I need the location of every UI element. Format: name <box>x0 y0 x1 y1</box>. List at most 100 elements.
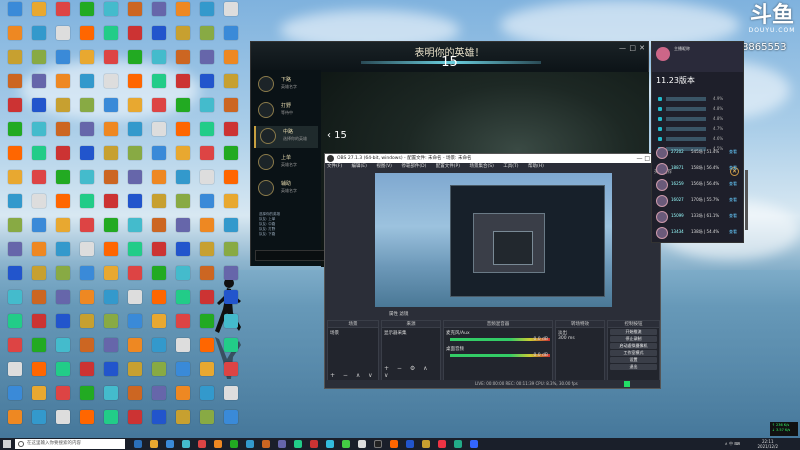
desktop-shortcut-icon[interactable] <box>148 2 170 26</box>
hero-view-link[interactable]: 查看 <box>729 213 737 219</box>
desktop-shortcut-icon[interactable] <box>76 50 98 74</box>
app-icon[interactable] <box>454 440 462 448</box>
desktop-shortcut-icon[interactable] <box>196 410 218 434</box>
desktop-shortcut-icon[interactable] <box>172 194 194 218</box>
desktop-shortcut-icon[interactable] <box>76 2 98 26</box>
maximize-icon[interactable]: □ <box>629 44 636 52</box>
desktop-shortcut-icon[interactable] <box>124 170 146 194</box>
menu-docks[interactable]: 停靠部件(D) <box>401 164 426 169</box>
desktop-shortcut-icon[interactable] <box>76 386 98 410</box>
desktop-shortcut-icon[interactable] <box>148 98 170 122</box>
app-icon[interactable] <box>230 440 238 448</box>
desktop-shortcut-icon[interactable] <box>196 98 218 122</box>
desktop-shortcut-icon[interactable] <box>100 26 122 50</box>
desktop-shortcut-icon[interactable] <box>124 98 146 122</box>
desktop-shortcut-icon[interactable] <box>172 170 194 194</box>
desktop-shortcut-icon[interactable] <box>76 26 98 50</box>
desktop-shortcut-icon[interactable] <box>172 386 194 410</box>
desktop-shortcut-icon[interactable] <box>196 50 218 74</box>
desktop-shortcut-icon[interactable] <box>148 218 170 242</box>
scene-item[interactable]: 场景 <box>330 330 376 336</box>
desktop-shortcut-icon[interactable] <box>220 314 242 338</box>
desktop-shortcut-icon[interactable] <box>100 386 122 410</box>
desktop-shortcut-icon[interactable] <box>52 218 74 242</box>
app-icon[interactable] <box>262 440 270 448</box>
desktop-shortcut-icon[interactable] <box>172 338 194 362</box>
desktop-shortcut-icon[interactable] <box>196 26 218 50</box>
desktop-shortcut-icon[interactable] <box>196 290 218 314</box>
desktop-shortcut-icon[interactable] <box>52 98 74 122</box>
desktop-shortcut-icon[interactable] <box>52 386 74 410</box>
desktop-shortcut-icon[interactable] <box>220 146 242 170</box>
desktop-shortcut-icon[interactable] <box>196 218 218 242</box>
desktop-shortcut-icon[interactable] <box>52 242 74 266</box>
source-item[interactable]: 显示器采集 <box>384 330 438 336</box>
desktop-shortcut-icon[interactable] <box>172 2 194 26</box>
desktop-shortcut-icon[interactable] <box>28 98 50 122</box>
app-icon[interactable] <box>358 440 366 448</box>
task-view-icon[interactable] <box>134 440 142 448</box>
desktop-shortcut-icon[interactable] <box>4 146 26 170</box>
desktop-shortcut-icon[interactable] <box>220 218 242 242</box>
desktop-shortcut-icon[interactable] <box>124 50 146 74</box>
desktop-shortcut-icon[interactable] <box>28 194 50 218</box>
desktop-shortcut-icon[interactable] <box>28 410 50 434</box>
desktop-shortcut-icon[interactable] <box>76 410 98 434</box>
desktop-shortcut-icon[interactable] <box>124 410 146 434</box>
desktop-shortcut-icon[interactable] <box>148 362 170 386</box>
role-slot[interactable]: 辅助 英雄名字 <box>254 178 318 200</box>
desktop-shortcut-icon[interactable] <box>100 194 122 218</box>
hero-row[interactable]: 16027 170场 | 55.7% 查看 <box>656 194 742 209</box>
desktop-shortcut-icon[interactable] <box>220 410 242 434</box>
app-icon[interactable] <box>198 440 206 448</box>
windows-start-icon[interactable] <box>3 440 11 448</box>
start-streaming-button[interactable]: 开始推流 <box>610 329 657 335</box>
desktop-shortcut-icon[interactable] <box>124 218 146 242</box>
edge-icon[interactable] <box>166 440 174 448</box>
app-icon[interactable] <box>390 440 398 448</box>
virtual-camera-button[interactable]: 启动虚拟摄像机 <box>610 343 657 349</box>
desktop-shortcut-icon[interactable] <box>76 266 98 290</box>
settings-button[interactable]: 设置 <box>610 357 657 363</box>
desktop-shortcut-icon[interactable] <box>220 74 242 98</box>
taskbar-clock[interactable]: 22:11 2021/12/2 <box>757 439 778 449</box>
desktop-shortcut-icon[interactable] <box>196 170 218 194</box>
rank-row[interactable]: 4.8% <box>658 115 738 123</box>
transition-duration[interactable]: 300 ms <box>558 336 602 341</box>
hero-view-link[interactable]: 查看 <box>729 181 737 187</box>
desktop-shortcut-icon[interactable] <box>220 2 242 26</box>
desktop-shortcut-icon[interactable] <box>4 98 26 122</box>
desktop-shortcut-icon[interactable] <box>124 194 146 218</box>
desktop-shortcut-icon[interactable] <box>76 290 98 314</box>
desktop-shortcut-icon[interactable] <box>148 50 170 74</box>
desktop-shortcut-icon[interactable] <box>76 194 98 218</box>
rank-row[interactable]: 4.9% <box>658 95 738 103</box>
desktop-shortcut-icon[interactable] <box>196 386 218 410</box>
desktop-shortcut-icon[interactable] <box>220 242 242 266</box>
desktop-shortcut-icon[interactable] <box>52 170 74 194</box>
menu-view[interactable]: 视图(V) <box>376 164 392 169</box>
desktop-shortcut-icon[interactable] <box>100 266 122 290</box>
app-icon[interactable] <box>182 440 190 448</box>
desktop-shortcut-icon[interactable] <box>172 314 194 338</box>
desktop-shortcut-icon[interactable] <box>4 218 26 242</box>
desktop-shortcut-icon[interactable] <box>52 50 74 74</box>
role-slot[interactable]: 下路 英雄名字 <box>254 74 318 96</box>
rank-row[interactable]: 4.8% <box>658 105 738 113</box>
desktop-shortcut-icon[interactable] <box>100 146 122 170</box>
desktop-shortcut-icon[interactable] <box>124 314 146 338</box>
desktop-shortcut-icon[interactable] <box>76 218 98 242</box>
source-add-remove-icon[interactable]: + − ⚙ ∧ ∨ <box>384 365 440 379</box>
desktop-shortcut-icon[interactable] <box>124 338 146 362</box>
desktop-shortcut-icon[interactable] <box>4 338 26 362</box>
desktop-shortcut-icon[interactable] <box>100 98 122 122</box>
hero-row[interactable]: 18871 158场 | 56.4% 查看 <box>656 162 742 177</box>
desktop-shortcut-icon[interactable] <box>148 122 170 146</box>
desktop-shortcut-icon[interactable] <box>4 26 26 50</box>
desktop-shortcut-icon[interactable] <box>196 122 218 146</box>
file-explorer-icon[interactable] <box>150 440 158 448</box>
desktop-shortcut-icon[interactable] <box>124 146 146 170</box>
desktop-shortcut-icon[interactable] <box>172 290 194 314</box>
desktop-shortcut-icon[interactable] <box>76 338 98 362</box>
desktop-shortcut-icon[interactable] <box>148 146 170 170</box>
